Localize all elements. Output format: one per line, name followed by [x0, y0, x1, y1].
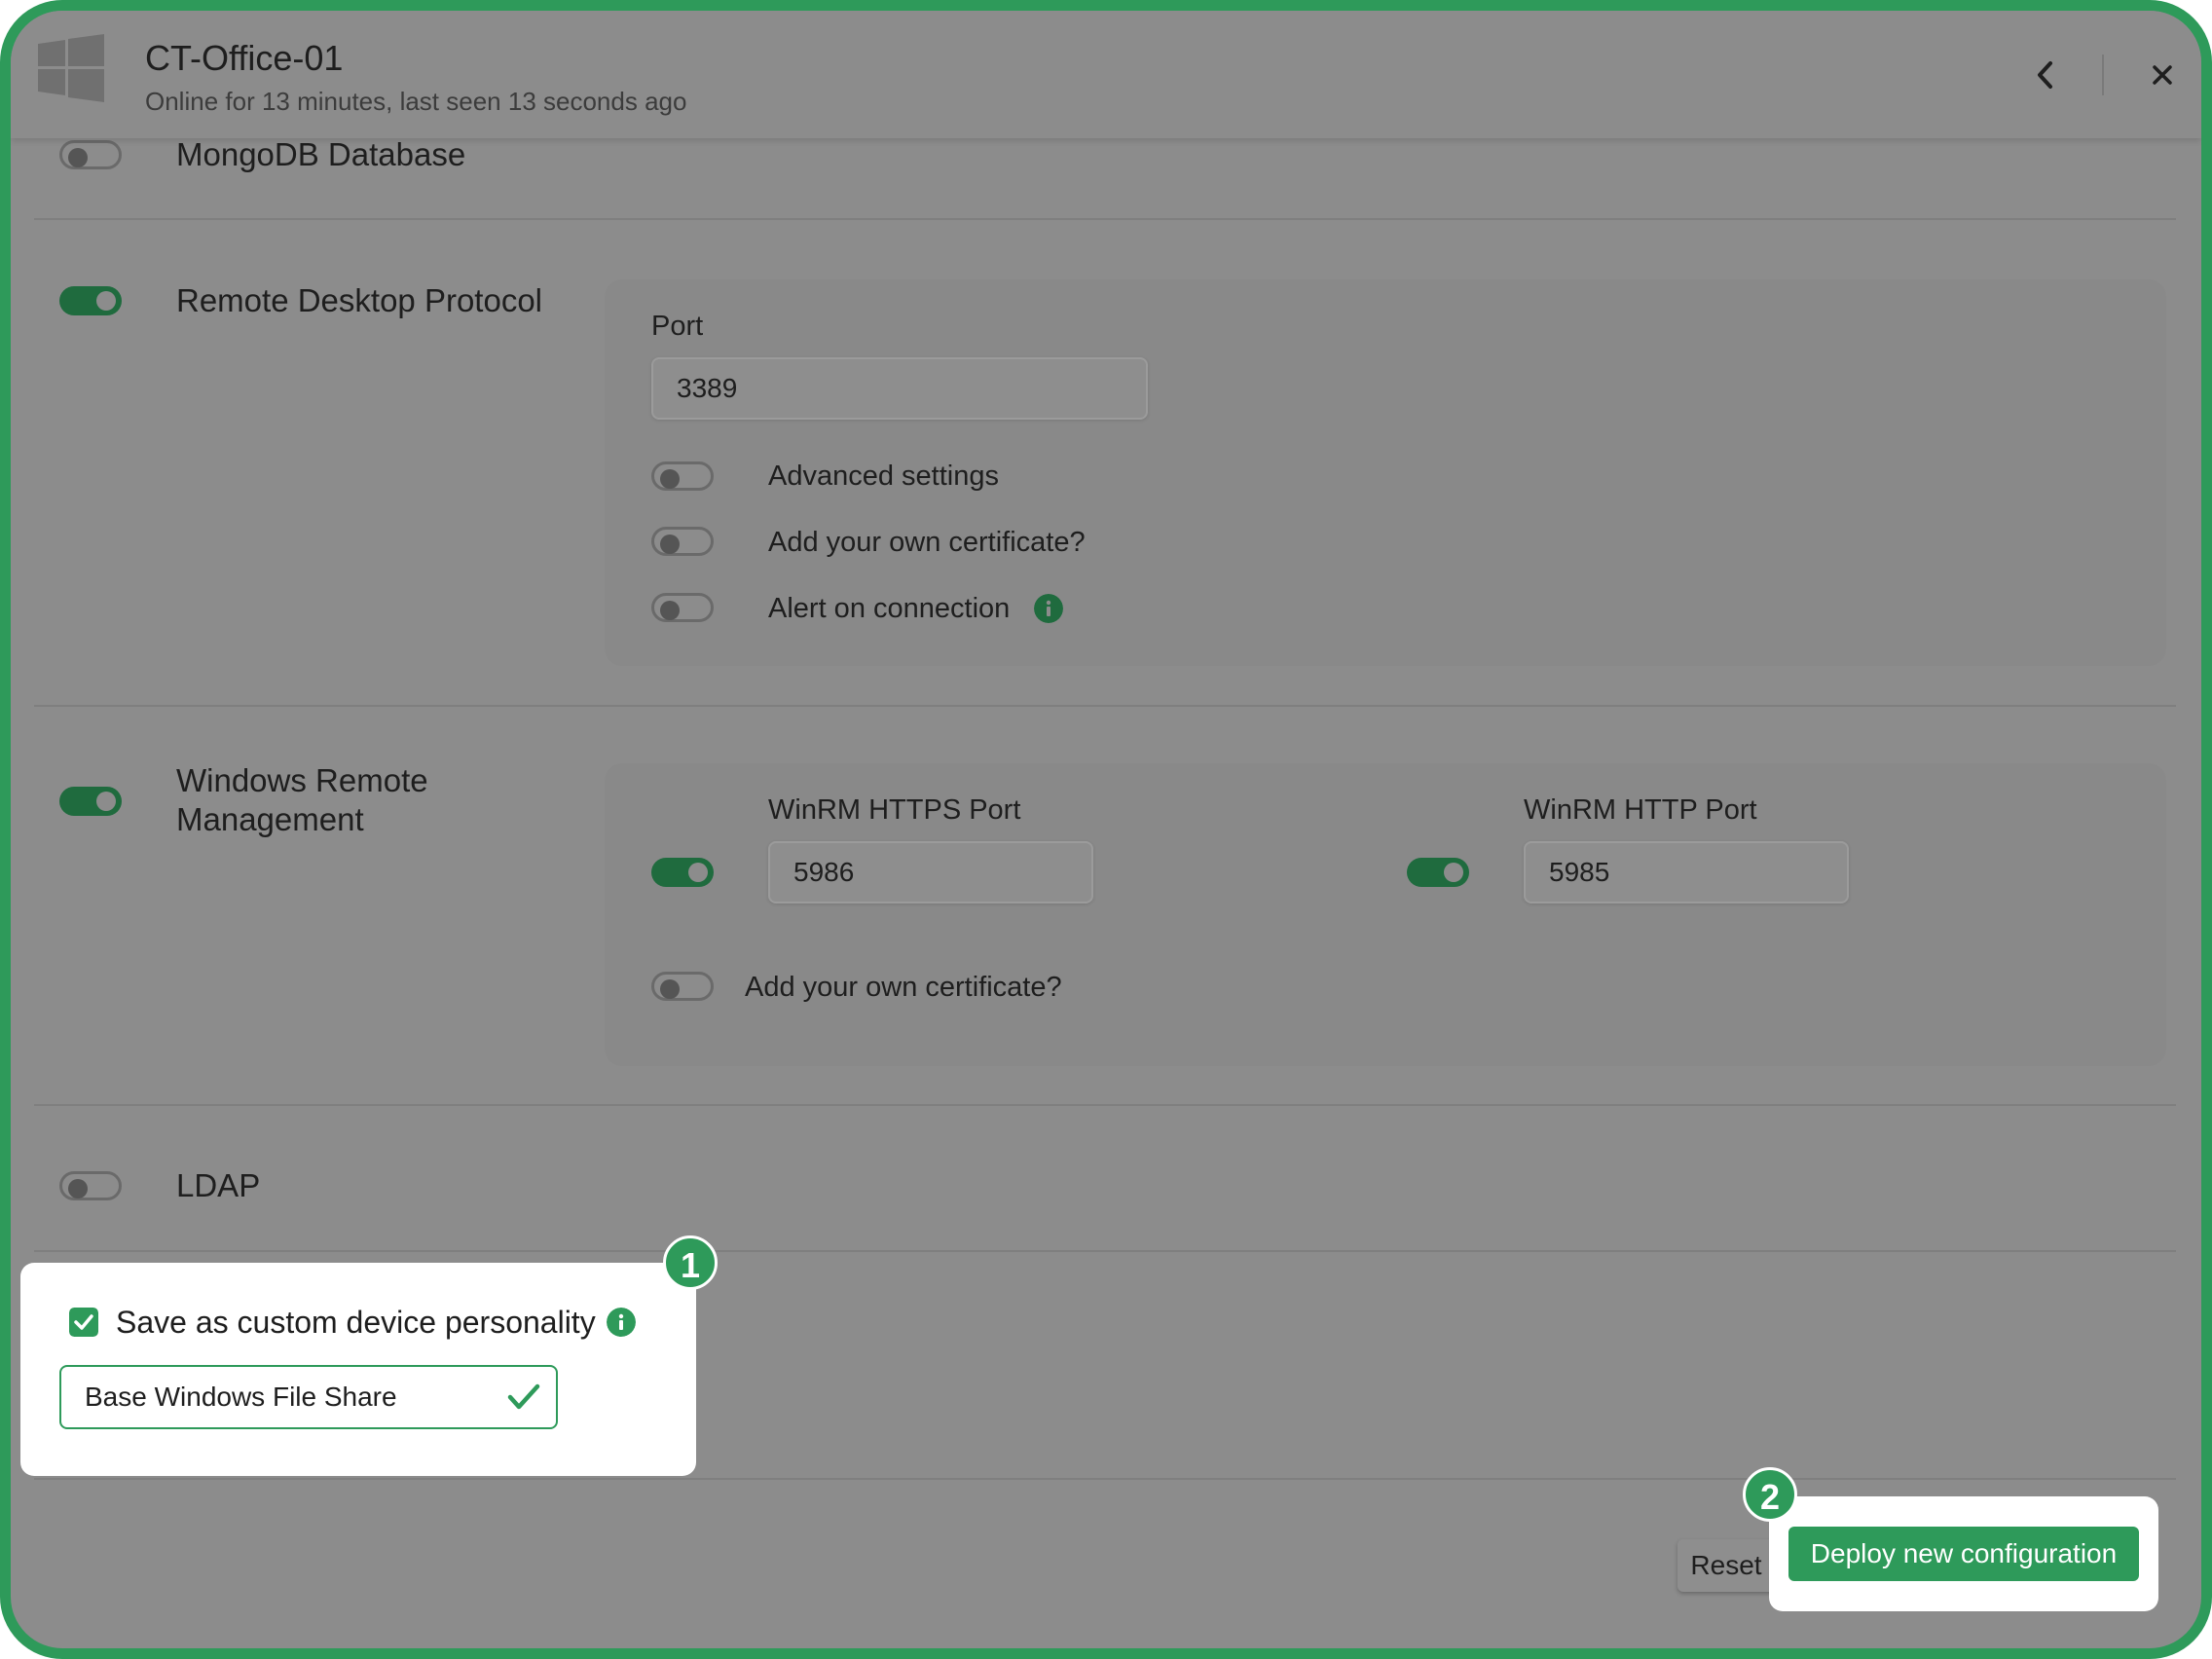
- device-config-window: CT-Office-01 Online for 13 minutes, last…: [0, 0, 2212, 1659]
- winrm-label-line1: Windows Remote: [176, 762, 428, 798]
- chevron-left-icon[interactable]: [2031, 57, 2060, 92]
- alert-on-connection-toggle[interactable]: [651, 593, 714, 622]
- rdp-toggle[interactable]: [59, 286, 122, 315]
- info-icon[interactable]: [1034, 594, 1063, 623]
- callout-badge-2: 2: [1743, 1467, 1797, 1522]
- mongodb-label: MongoDB Database: [176, 136, 466, 172]
- windows-logo-icon: [38, 34, 104, 102]
- winrm-certificate-toggle[interactable]: [651, 972, 714, 1001]
- row-divider: [34, 705, 2176, 707]
- winrm-label-line2: Management: [176, 801, 364, 837]
- reset-button[interactable]: Reset: [1677, 1539, 1775, 1592]
- window-header: CT-Office-01 Online for 13 minutes, last…: [11, 11, 2201, 138]
- winrm-settings-panel: WinRM HTTPS Port 5986 WinRM HTTP Port 59…: [605, 763, 2166, 1066]
- save-personality-label: Save as custom device personality: [116, 1305, 596, 1340]
- personality-name-input[interactable]: Base Windows File Share: [59, 1365, 558, 1429]
- rdp-label: Remote Desktop Protocol: [176, 282, 543, 318]
- device-name: CT-Office-01: [145, 38, 344, 78]
- rdp-port-label: Port: [651, 311, 704, 342]
- winrm-http-port-label: WinRM HTTP Port: [1524, 794, 1757, 826]
- personality-callout: Save as custom device personality Base W…: [20, 1263, 696, 1476]
- alert-on-connection-label: Alert on connection: [768, 593, 1011, 624]
- advanced-settings-label: Advanced settings: [768, 461, 999, 492]
- close-icon[interactable]: [2145, 57, 2180, 92]
- mongodb-toggle[interactable]: [59, 140, 122, 169]
- ldap-label: LDAP: [176, 1167, 261, 1203]
- winrm-http-toggle[interactable]: [1407, 858, 1469, 887]
- rdp-port-input[interactable]: 3389: [651, 357, 1148, 420]
- rdp-settings-panel: Port 3389 Advanced settings Add your own…: [605, 279, 2166, 666]
- deploy-button[interactable]: Deploy new configuration: [1788, 1527, 2139, 1581]
- winrm-https-port-input[interactable]: 5986: [768, 841, 1093, 903]
- personality-name-value: Base Windows File Share: [85, 1382, 397, 1412]
- rdp-certificate-toggle[interactable]: [651, 527, 714, 556]
- winrm-http-port-input[interactable]: 5985: [1524, 841, 1849, 903]
- device-status: Online for 13 minutes, last seen 13 seco…: [145, 87, 687, 116]
- row-divider: [34, 1104, 2176, 1106]
- info-icon[interactable]: [607, 1308, 636, 1337]
- callout-badge-1: 1: [663, 1235, 718, 1290]
- ldap-toggle[interactable]: [59, 1171, 122, 1200]
- winrm-certificate-label: Add your own certificate?: [745, 972, 1062, 1003]
- deploy-callout: Deploy new configuration: [1769, 1496, 2158, 1611]
- winrm-toggle[interactable]: [59, 787, 122, 816]
- save-personality-checkbox[interactable]: [69, 1308, 98, 1337]
- row-divider: [34, 218, 2176, 220]
- row-divider: [34, 1250, 2176, 1252]
- winrm-https-toggle[interactable]: [651, 858, 714, 887]
- rdp-certificate-label: Add your own certificate?: [768, 527, 1086, 558]
- check-icon: [507, 1383, 540, 1410]
- header-divider: [2102, 55, 2104, 95]
- window-content: CT-Office-01 Online for 13 minutes, last…: [11, 11, 2201, 1648]
- winrm-https-port-label: WinRM HTTPS Port: [768, 794, 1021, 826]
- footer-divider: [34, 1478, 2176, 1480]
- advanced-settings-toggle[interactable]: [651, 461, 714, 491]
